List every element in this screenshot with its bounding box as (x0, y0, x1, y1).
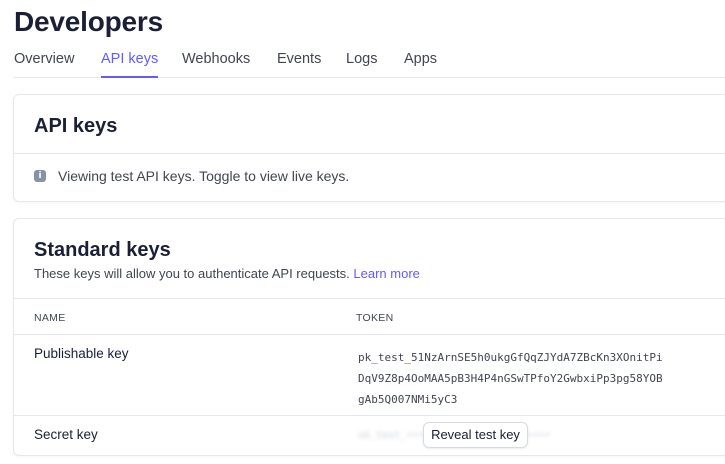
column-header-name: NAME (34, 312, 66, 324)
standard-keys-description: These keys will allow you to authenticat… (34, 266, 420, 281)
test-mode-notice: i Viewing test API keys. Toggle to view … (34, 168, 349, 184)
column-header-token: TOKEN (356, 312, 394, 324)
reveal-test-key-button[interactable]: Reveal test key (423, 422, 528, 448)
tab-overview[interactable]: Overview (14, 50, 74, 78)
api-keys-card-title: API keys (34, 115, 118, 137)
tab-webhooks[interactable]: Webhooks (182, 50, 250, 78)
publishable-key-token[interactable]: pk_test_51NzArnSE5h0ukgGfQqZJYdA7ZBcKn3X… (358, 347, 663, 410)
row-divider (14, 415, 725, 416)
api-keys-card-divider (14, 153, 725, 154)
tab-bar: Overview API keys Webhooks Events Logs A… (14, 50, 725, 78)
tab-logs[interactable]: Logs (346, 50, 377, 78)
learn-more-link[interactable]: Learn more (353, 266, 419, 281)
page-title: Developers (14, 6, 163, 37)
publishable-key-label: Publishable key (34, 346, 129, 361)
publishable-key-token-line-3: gAb5Q007NMi5yC3 (358, 393, 458, 406)
secret-key-label: Secret key (34, 427, 98, 442)
publishable-key-token-line-2: DqV9Z8p4OoMAA5pB3H4P4nGSwTPfoY2GwbxiPp3p… (358, 372, 663, 385)
standard-keys-card-title: Standard keys (34, 239, 171, 261)
publishable-key-token-line-1: pk_test_51NzArnSE5h0ukgGfQqZJYdA7ZBcKn3X… (358, 351, 663, 364)
tab-api-keys[interactable]: API keys (101, 50, 159, 78)
info-icon: i (34, 170, 46, 182)
standard-keys-card: Standard keys These keys will allow you … (13, 218, 725, 456)
test-mode-notice-text: Viewing test API keys. Toggle to view li… (58, 168, 350, 184)
table-header-bottom-divider (14, 334, 725, 335)
standard-keys-description-text: These keys will allow you to authenticat… (34, 266, 350, 281)
tab-apps[interactable]: Apps (404, 50, 437, 78)
table-header-divider (14, 298, 725, 299)
api-keys-card: API keys i Viewing test API keys. Toggle… (13, 94, 725, 202)
tab-events[interactable]: Events (277, 50, 321, 78)
